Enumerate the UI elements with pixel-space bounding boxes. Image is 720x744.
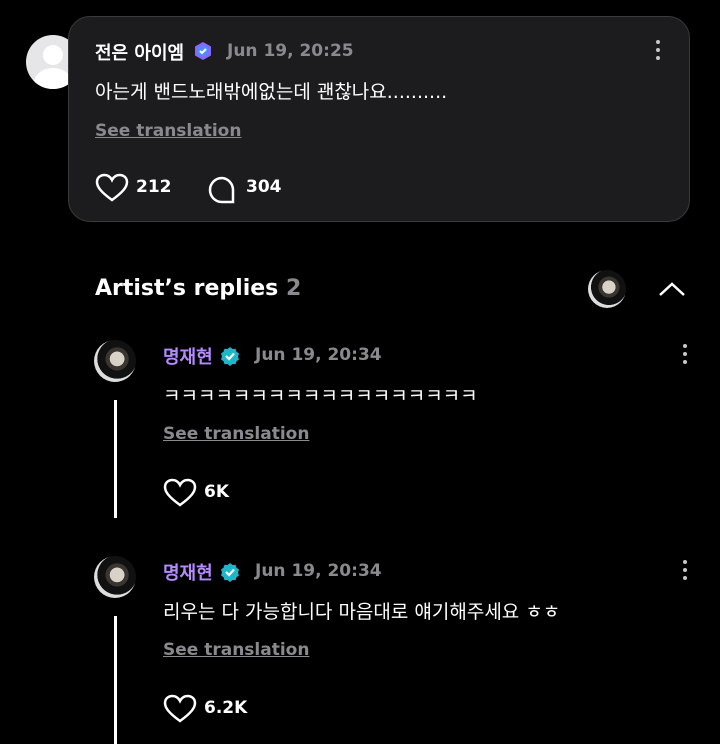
post-see-translation-link[interactable]: See translation — [95, 121, 241, 141]
reply-author[interactable]: 명재현 — [163, 343, 213, 369]
artist-avatar[interactable] — [94, 340, 136, 382]
fan-badge-icon — [195, 42, 211, 60]
thread-line — [114, 400, 117, 518]
reply-see-translation-link[interactable]: See translation — [163, 424, 309, 444]
verified-badge-icon — [221, 563, 239, 582]
reply-like-count: 6K — [204, 482, 230, 502]
reply-like-count: 6.2K — [204, 698, 248, 718]
chevron-up-icon[interactable] — [657, 279, 687, 299]
reply-time: Jun 19, 20:34 — [255, 345, 382, 365]
thread-line — [114, 616, 117, 744]
artist-avatar[interactable] — [94, 556, 136, 598]
heart-icon[interactable] — [95, 173, 129, 203]
post-like-count: 212 — [136, 177, 172, 197]
post-text: 아는게 밴드노래밖에없는데 괜찮나요.......... — [95, 81, 448, 103]
post-card: 전은 아이엠 Jun 19, 20:25 아는게 밴드노래밖에없는데 괜찮나요.… — [68, 16, 690, 222]
reply-time: Jun 19, 20:34 — [255, 561, 382, 581]
reply-more-icon[interactable] — [682, 560, 688, 580]
post-more-icon[interactable] — [655, 40, 661, 60]
reply-text: 리우는 다 가능합니다 마음대로 얘기해주세요 ㅎㅎ — [163, 601, 561, 623]
post-time: Jun 19, 20:25 — [227, 41, 354, 61]
artist-replies-title: Artist’s replies — [95, 276, 279, 301]
reply-see-translation-link[interactable]: See translation — [163, 640, 309, 660]
reply-author[interactable]: 명재현 — [163, 559, 213, 585]
post-comment-count: 304 — [246, 177, 282, 197]
verified-badge-icon — [221, 347, 239, 366]
post-author[interactable]: 전은 아이엠 — [95, 39, 184, 65]
heart-icon[interactable] — [163, 478, 197, 508]
artist-replies-header: Artist’s replies 2 — [95, 276, 301, 301]
artist-replies-count: 2 — [285, 276, 302, 301]
reply-more-icon[interactable] — [682, 344, 688, 364]
reply-text: ㅋㅋㅋㅋㅋㅋㅋㅋㅋㅋㅋㅋㅋㅋㅋㅋㅋㅋ — [163, 385, 478, 407]
comment-icon[interactable] — [207, 175, 237, 205]
artist-avatar-small — [588, 270, 626, 308]
heart-icon[interactable] — [163, 694, 197, 724]
